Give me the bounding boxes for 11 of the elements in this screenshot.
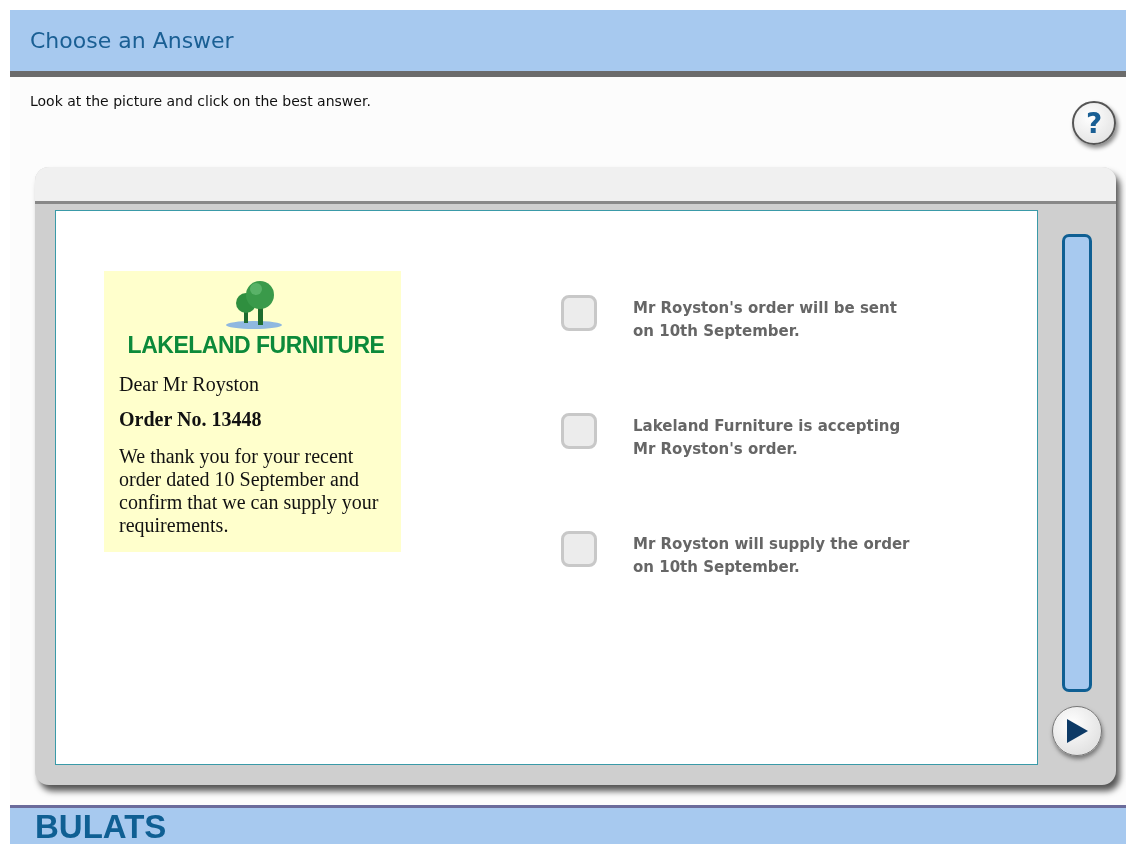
order-number: Order No. 13448: [119, 408, 263, 432]
instruction-text: Look at the picture and click on the best answer.: [30, 93, 371, 112]
page-title: Choose an Answer: [30, 28, 234, 54]
letter-greeting: Dear Mr Royston: [119, 373, 260, 397]
answer-text[interactable]: Lakeland Furniture is accepting Mr Royston's order.: [633, 415, 913, 462]
answer-text[interactable]: Mr Royston will supply the order on 10th September.: [633, 533, 913, 580]
company-logo-text: LAKELAND FURNITURE: [127, 332, 385, 360]
letter-body: We thank you for your recent order dated 10 September and confirm that we can supply your requirements.: [119, 445, 380, 538]
answer-text[interactable]: Mr Royston's order will be sent on 10th September.: [633, 297, 913, 344]
brand-logo: BULATS: [35, 810, 167, 844]
help-button[interactable]: ?: [1072, 101, 1116, 146]
